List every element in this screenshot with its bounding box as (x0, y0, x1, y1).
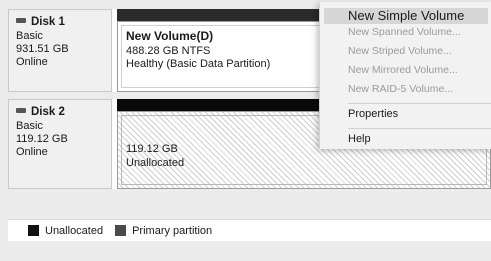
menu-help[interactable]: Help (320, 130, 491, 149)
unallocated-swatch (28, 225, 39, 236)
menu-properties[interactable]: Properties (320, 105, 491, 124)
menu-new-mirrored-volume[interactable]: New Mirrored Volume... (320, 61, 491, 80)
disk-icon (16, 108, 26, 113)
disk-2-status: Online (16, 146, 48, 158)
disk-icon (16, 18, 26, 23)
primary-partition-swatch (115, 225, 127, 236)
disk-1-name-row: Disk 1 (16, 16, 111, 29)
menu-separator (348, 128, 491, 129)
unallocated-status: Unallocated (126, 156, 185, 169)
disk-1-name: Disk 1 (31, 16, 65, 28)
disk-2-size: 119.12 GB (16, 133, 68, 145)
menu-new-raid5-volume[interactable]: New RAID-5 Volume... (320, 80, 491, 99)
menu-new-striped-volume[interactable]: New Striped Volume... (320, 42, 491, 61)
disk-1-type: Basic (16, 30, 43, 42)
disk-2-type: Basic (16, 120, 43, 132)
disk-2-name: Disk 2 (31, 106, 65, 118)
disk-1-label[interactable]: Disk 1 Basic 931.51 GB Online (8, 9, 112, 92)
disk-2-name-row: Disk 2 (16, 106, 111, 119)
menu-separator (348, 103, 491, 104)
disk-1-status: Online (16, 56, 48, 68)
disk-1-size: 931.51 GB (16, 43, 69, 55)
legend-primary: Primary partition (132, 224, 213, 237)
disk-2-label[interactable]: Disk 2 Basic 119.12 GB Online (8, 99, 112, 189)
legend: Unallocated Primary partition (8, 219, 491, 241)
menu-new-spanned-volume[interactable]: New Spanned Volume... (320, 23, 491, 42)
menu-new-simple-volume[interactable]: New Simple Volume (324, 8, 488, 24)
context-menu: New Simple Volume New Spanned Volume... … (319, 2, 491, 149)
legend-unallocated: Unallocated (45, 224, 104, 237)
